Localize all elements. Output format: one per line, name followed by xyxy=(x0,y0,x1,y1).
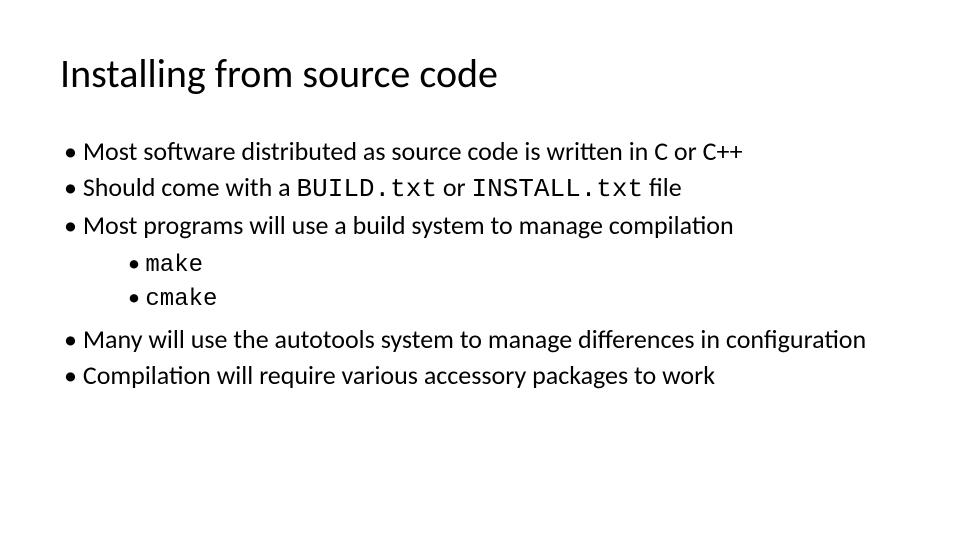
bullet-list: Most software distributed as source code… xyxy=(60,134,900,394)
bullet-text-part: Should come with a xyxy=(83,171,297,203)
bullet-text-part: or xyxy=(437,171,472,203)
bullet-text: Most programs will use a build system to… xyxy=(83,209,734,241)
bullet-item: Compilation will require various accesso… xyxy=(60,358,900,394)
sub-bullet-text: cmake xyxy=(145,286,217,313)
bullet-text: Compilation will require various accesso… xyxy=(83,359,715,391)
bullet-text: Most software distributed as source code… xyxy=(83,135,743,167)
sub-bullet-text: make xyxy=(145,252,203,279)
sub-bullet-list: make cmake xyxy=(82,248,900,317)
slide-title: Installing from source code xyxy=(60,52,900,96)
bullet-item: Should come with a BUILD.txt or INSTALL.… xyxy=(60,170,900,208)
sub-bullet-item: cmake xyxy=(128,282,900,316)
bullet-item: Many will use the autotools system to ma… xyxy=(60,322,900,358)
bullet-text-part: file xyxy=(643,171,682,203)
sub-bullet-item: make xyxy=(128,248,900,282)
code-span: BUILD.txt xyxy=(297,174,437,204)
bullet-text: Many will use the autotools system to ma… xyxy=(83,323,866,355)
slide: Installing from source code Most softwar… xyxy=(0,0,960,540)
code-span: INSTALL.txt xyxy=(471,174,643,204)
bullet-item: Most programs will use a build system to… xyxy=(60,208,900,317)
bullet-item: Most software distributed as source code… xyxy=(60,134,900,170)
